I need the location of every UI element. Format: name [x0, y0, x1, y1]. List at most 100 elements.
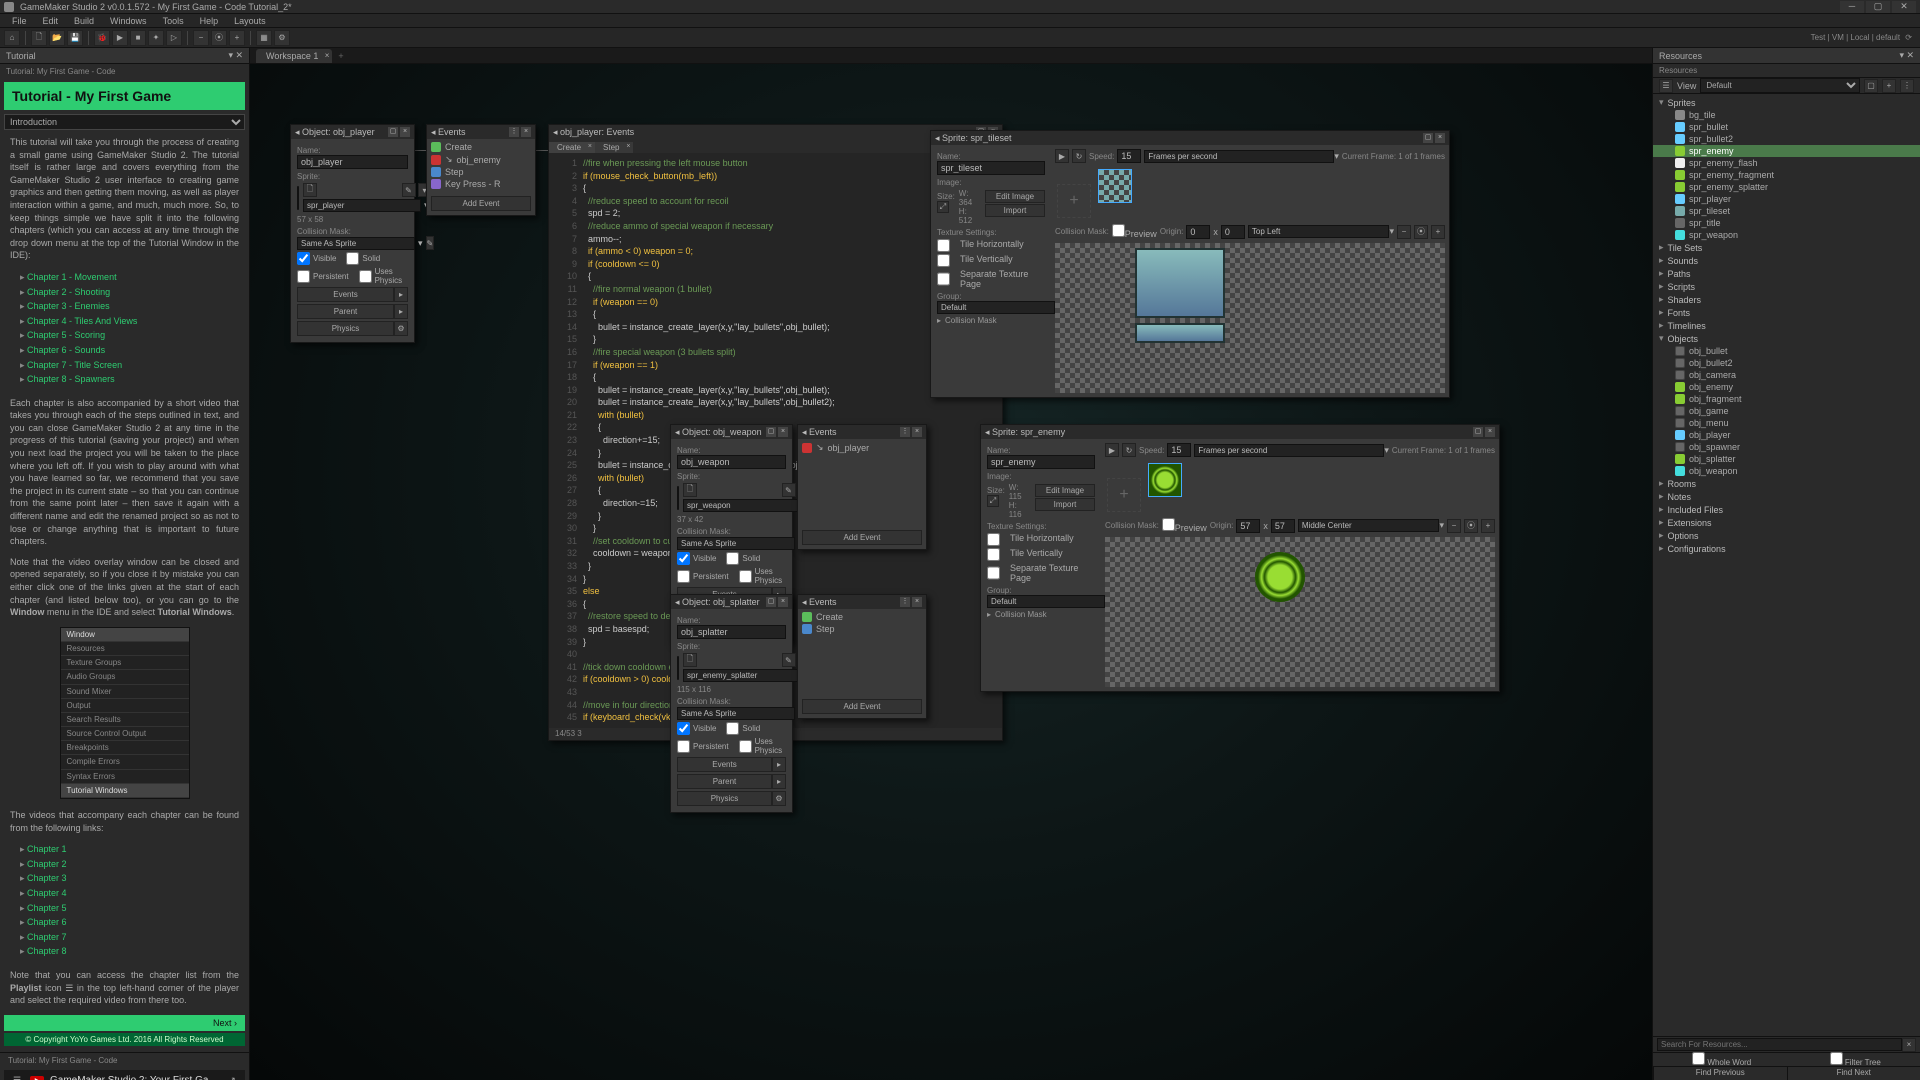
resource-item[interactable]: obj_bullet2 [1653, 357, 1920, 369]
chapter-link[interactable]: Chapter 5 - Scoring [20, 328, 239, 343]
preview-check[interactable]: Preview [1112, 224, 1157, 239]
event-item-collision[interactable]: ↘ obj_player [798, 441, 926, 454]
mask-select[interactable] [677, 537, 795, 550]
resource-item[interactable]: obj_player [1653, 429, 1920, 441]
search-clear-icon[interactable]: × [1902, 1038, 1916, 1052]
menu-layouts[interactable]: Layouts [226, 16, 274, 26]
event-item-collision[interactable]: ↘ obj_enemy [427, 153, 535, 166]
resource-item[interactable]: spr_enemy_splatter [1653, 181, 1920, 193]
zoom-fit-icon[interactable]: ⦿ [1464, 519, 1478, 533]
folder-scripts[interactable]: Scripts [1653, 280, 1920, 293]
collapse-all-icon[interactable]: + [1882, 79, 1896, 93]
close-button[interactable]: ✕ [1892, 1, 1916, 13]
folder-included[interactable]: Included Files [1653, 503, 1920, 516]
zoom-in-icon[interactable]: + [229, 30, 245, 46]
edit-sprite-icon[interactable]: ✎ [782, 483, 796, 497]
filter-tree-check[interactable]: Filter Tree [1830, 1052, 1881, 1067]
visible-check[interactable]: Visible [297, 252, 336, 265]
video-chapter-link[interactable]: Chapter 8 [20, 944, 239, 959]
workspace-tab[interactable]: Workspace 1× [256, 49, 332, 63]
persistent-check[interactable]: Persistent [677, 567, 729, 585]
dock-icon[interactable]: ▢ [766, 597, 776, 607]
expand-icon[interactable]: ⚙ [394, 321, 408, 336]
sprite-name-input[interactable] [987, 455, 1095, 469]
chapter-link[interactable]: Chapter 3 - Enemies [20, 299, 239, 314]
add-event-button[interactable]: Add Event [802, 530, 922, 545]
find-next-button[interactable]: Find Next [1787, 1067, 1920, 1080]
tutorial-tab[interactable]: Tutorial▾ ✕ [0, 48, 249, 64]
close-icon[interactable]: × [912, 427, 922, 437]
resource-item[interactable]: spr_enemy_fragment [1653, 169, 1920, 181]
edit-image-button[interactable]: Edit Image [1035, 484, 1095, 497]
events-button[interactable]: Events [297, 287, 394, 302]
expand-icon[interactable]: ⚙ [772, 791, 786, 806]
import-button[interactable]: Import [985, 204, 1045, 217]
solid-check[interactable]: Solid [346, 252, 380, 265]
zoom-in-icon[interactable]: + [1431, 225, 1445, 239]
resource-item[interactable]: obj_camera [1653, 369, 1920, 381]
resource-item[interactable]: spr_enemy [1653, 145, 1920, 157]
video-chapter-link[interactable]: Chapter 2 [20, 857, 239, 872]
video-chapter-link[interactable]: Chapter 4 [20, 886, 239, 901]
object-editor-player[interactable]: ◂ Object: obj_player▢× Name: Sprite: 🗋✎▾… [290, 124, 415, 343]
close-icon[interactable]: × [521, 127, 531, 137]
chapter-link[interactable]: Chapter 7 - Title Screen [20, 358, 239, 373]
object-editor-splatter[interactable]: ◂ Object: obj_splatter▢× Name: Sprite: 🗋… [670, 594, 793, 813]
events-panel-splatter[interactable]: ◂ Events⋮× Create Step Add Event [797, 594, 927, 719]
collision-mask-section[interactable]: Collision Mask [987, 608, 1095, 621]
chapter-link[interactable]: Chapter 4 - Tiles And Views [20, 314, 239, 329]
folder-sprites[interactable]: Sprites [1653, 96, 1920, 109]
zoom-out-icon[interactable]: − [1397, 225, 1411, 239]
speed-input[interactable] [1117, 149, 1141, 163]
resource-item[interactable]: spr_bullet [1653, 121, 1920, 133]
expand-icon[interactable]: ▸ [772, 757, 786, 772]
minimize-button[interactable]: ─ [1840, 1, 1864, 13]
event-item-keypress[interactable]: Key Press - R [427, 178, 535, 190]
origin-y[interactable] [1221, 225, 1245, 239]
menu-edit[interactable]: Edit [35, 16, 67, 26]
loop-icon[interactable]: ↻ [1072, 149, 1086, 163]
event-item-step[interactable]: Step [427, 166, 535, 178]
folder-extensions[interactable]: Extensions [1653, 516, 1920, 529]
menu-build[interactable]: Build [66, 16, 102, 26]
dock-icon[interactable]: ▢ [1423, 133, 1433, 143]
sprite-name-input[interactable] [937, 161, 1045, 175]
solid-check[interactable]: Solid [726, 722, 760, 735]
group-select[interactable] [987, 595, 1105, 608]
resource-item[interactable]: obj_splatter [1653, 453, 1920, 465]
events-panel-weapon[interactable]: ◂ Events⋮× ↘ obj_player Add Event [797, 424, 927, 550]
resource-search-input[interactable] [1657, 1038, 1902, 1051]
add-frame-button[interactable]: + [1057, 184, 1091, 218]
physics-button[interactable]: Physics [677, 791, 772, 806]
video-chapter-link[interactable]: Chapter 3 [20, 871, 239, 886]
edit-mask-icon[interactable]: ✎ [426, 236, 435, 250]
create-exe-icon[interactable]: ▷ [166, 30, 182, 46]
video-chapter-link[interactable]: Chapter 5 [20, 901, 239, 916]
chapter-link[interactable]: Chapter 1 - Movement [20, 270, 239, 285]
stop-icon[interactable]: ■ [130, 30, 146, 46]
resource-item[interactable]: obj_menu [1653, 417, 1920, 429]
code-tab-create[interactable]: Create× [549, 142, 595, 153]
folder-sounds[interactable]: Sounds [1653, 254, 1920, 267]
object-name-input[interactable] [677, 455, 786, 469]
resource-item[interactable]: bg_tile [1653, 109, 1920, 121]
new-sprite-icon[interactable]: 🗋 [683, 483, 697, 497]
playlist-icon[interactable]: ☰ [10, 1074, 24, 1080]
menu-icon[interactable]: ⋮ [509, 127, 519, 137]
sep-page-check[interactable]: Separate Texture Page [987, 563, 1095, 583]
visible-check[interactable]: Visible [677, 552, 716, 565]
run-icon[interactable]: ▶ [112, 30, 128, 46]
sprite-canvas[interactable] [1055, 243, 1445, 393]
resource-item[interactable]: spr_player [1653, 193, 1920, 205]
whole-word-check[interactable]: Whole Word [1692, 1052, 1751, 1067]
sep-page-check[interactable]: Separate Texture Page [937, 269, 1045, 289]
add-workspace-button[interactable]: + [332, 49, 349, 63]
sprite-select-input[interactable] [683, 499, 801, 512]
close-icon[interactable]: × [912, 597, 922, 607]
next-button[interactable]: Next › [4, 1015, 245, 1031]
sprite-thumb[interactable] [297, 186, 299, 210]
sprite-select-input[interactable] [683, 669, 801, 682]
origin-x[interactable] [1236, 519, 1260, 533]
video-chapter-link[interactable]: Chapter 6 [20, 915, 239, 930]
edit-sprite-icon[interactable]: ✎ [782, 653, 796, 667]
